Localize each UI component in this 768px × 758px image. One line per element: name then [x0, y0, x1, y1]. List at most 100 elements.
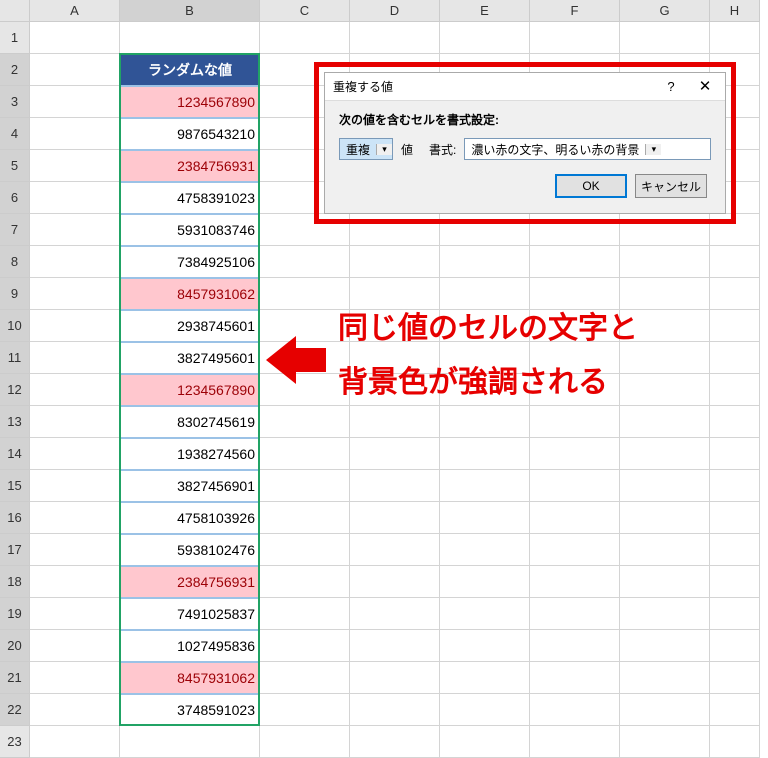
- cell-D8[interactable]: [350, 246, 440, 278]
- cell-E23[interactable]: [440, 726, 530, 758]
- mode-combobox[interactable]: 重複 ▾: [339, 138, 393, 160]
- cell-C8[interactable]: [260, 246, 350, 278]
- column-header-B[interactable]: B: [120, 0, 260, 22]
- cell-G17[interactable]: [620, 534, 710, 566]
- cell-A10[interactable]: [30, 310, 120, 342]
- select-all-corner[interactable]: [0, 0, 30, 22]
- cell-D17[interactable]: [350, 534, 440, 566]
- cell-A16[interactable]: [30, 502, 120, 534]
- row-header-4[interactable]: 4: [0, 118, 30, 150]
- cell-A7[interactable]: [30, 214, 120, 246]
- cell-A18[interactable]: [30, 566, 120, 598]
- cell-A21[interactable]: [30, 662, 120, 694]
- cell-F22[interactable]: [530, 694, 620, 726]
- cell-H8[interactable]: [710, 246, 760, 278]
- cell-C1[interactable]: [260, 22, 350, 54]
- dialog-help-button[interactable]: ?: [655, 75, 687, 99]
- cell-A14[interactable]: [30, 438, 120, 470]
- cell-A19[interactable]: [30, 598, 120, 630]
- ok-button[interactable]: OK: [555, 174, 627, 198]
- cell-E17[interactable]: [440, 534, 530, 566]
- row-header-15[interactable]: 15: [0, 470, 30, 502]
- data-cell-B17[interactable]: 5938102476: [120, 534, 260, 566]
- row-header-7[interactable]: 7: [0, 214, 30, 246]
- cell-E14[interactable]: [440, 438, 530, 470]
- cell-G13[interactable]: [620, 406, 710, 438]
- row-header-19[interactable]: 19: [0, 598, 30, 630]
- cell-D15[interactable]: [350, 470, 440, 502]
- row-header-10[interactable]: 10: [0, 310, 30, 342]
- row-header-13[interactable]: 13: [0, 406, 30, 438]
- data-cell-B7[interactable]: 5931083746: [120, 214, 260, 246]
- data-cell-B19[interactable]: 7491025837: [120, 598, 260, 630]
- cell-G18[interactable]: [620, 566, 710, 598]
- row-header-6[interactable]: 6: [0, 182, 30, 214]
- row-header-8[interactable]: 8: [0, 246, 30, 278]
- cell-C20[interactable]: [260, 630, 350, 662]
- cell-E21[interactable]: [440, 662, 530, 694]
- data-cell-B16[interactable]: 4758103926: [120, 502, 260, 534]
- column-header-C[interactable]: C: [260, 0, 350, 22]
- column-header-F[interactable]: F: [530, 0, 620, 22]
- cell-E1[interactable]: [440, 22, 530, 54]
- cell-H13[interactable]: [710, 406, 760, 438]
- row-header-5[interactable]: 5: [0, 150, 30, 182]
- cell-H10[interactable]: [710, 310, 760, 342]
- cell-E16[interactable]: [440, 502, 530, 534]
- cell-H20[interactable]: [710, 630, 760, 662]
- row-header-16[interactable]: 16: [0, 502, 30, 534]
- cell-C17[interactable]: [260, 534, 350, 566]
- cell-F14[interactable]: [530, 438, 620, 470]
- cell-H14[interactable]: [710, 438, 760, 470]
- row-header-9[interactable]: 9: [0, 278, 30, 310]
- data-cell-B3[interactable]: 1234567890: [120, 86, 260, 118]
- data-cell-B21[interactable]: 8457931062: [120, 662, 260, 694]
- cell-B23[interactable]: [120, 726, 260, 758]
- cell-A11[interactable]: [30, 342, 120, 374]
- cell-D23[interactable]: [350, 726, 440, 758]
- row-header-17[interactable]: 17: [0, 534, 30, 566]
- cell-C18[interactable]: [260, 566, 350, 598]
- cell-A8[interactable]: [30, 246, 120, 278]
- data-cell-B14[interactable]: 1938274560: [120, 438, 260, 470]
- column-header-A[interactable]: A: [30, 0, 120, 22]
- cell-H1[interactable]: [710, 22, 760, 54]
- cell-A13[interactable]: [30, 406, 120, 438]
- cell-A1[interactable]: [30, 22, 120, 54]
- row-header-22[interactable]: 22: [0, 694, 30, 726]
- row-header-1[interactable]: 1: [0, 22, 30, 54]
- column-header-D[interactable]: D: [350, 0, 440, 22]
- cell-G20[interactable]: [620, 630, 710, 662]
- cell-D18[interactable]: [350, 566, 440, 598]
- cell-D16[interactable]: [350, 502, 440, 534]
- cell-A2[interactable]: [30, 54, 120, 86]
- data-cell-B5[interactable]: 2384756931: [120, 150, 260, 182]
- cell-F20[interactable]: [530, 630, 620, 662]
- cell-D20[interactable]: [350, 630, 440, 662]
- row-header-11[interactable]: 11: [0, 342, 30, 374]
- cell-C15[interactable]: [260, 470, 350, 502]
- row-header-2[interactable]: 2: [0, 54, 30, 86]
- cell-E8[interactable]: [440, 246, 530, 278]
- cell-A23[interactable]: [30, 726, 120, 758]
- cell-H22[interactable]: [710, 694, 760, 726]
- cell-F21[interactable]: [530, 662, 620, 694]
- cell-D1[interactable]: [350, 22, 440, 54]
- data-cell-B20[interactable]: 1027495836: [120, 630, 260, 662]
- cell-E20[interactable]: [440, 630, 530, 662]
- cell-C21[interactable]: [260, 662, 350, 694]
- cell-D19[interactable]: [350, 598, 440, 630]
- data-cell-B10[interactable]: 2938745601: [120, 310, 260, 342]
- cell-F1[interactable]: [530, 22, 620, 54]
- dialog-close-button[interactable]: ✕: [689, 75, 721, 99]
- format-combobox[interactable]: 濃い赤の文字、明るい赤の背景 ▾: [464, 138, 711, 160]
- cell-F13[interactable]: [530, 406, 620, 438]
- cell-A22[interactable]: [30, 694, 120, 726]
- cell-A20[interactable]: [30, 630, 120, 662]
- data-cell-B18[interactable]: 2384756931: [120, 566, 260, 598]
- cell-E15[interactable]: [440, 470, 530, 502]
- cell-E22[interactable]: [440, 694, 530, 726]
- cancel-button[interactable]: キャンセル: [635, 174, 707, 198]
- data-cell-B9[interactable]: 8457931062: [120, 278, 260, 310]
- data-cell-B15[interactable]: 3827456901: [120, 470, 260, 502]
